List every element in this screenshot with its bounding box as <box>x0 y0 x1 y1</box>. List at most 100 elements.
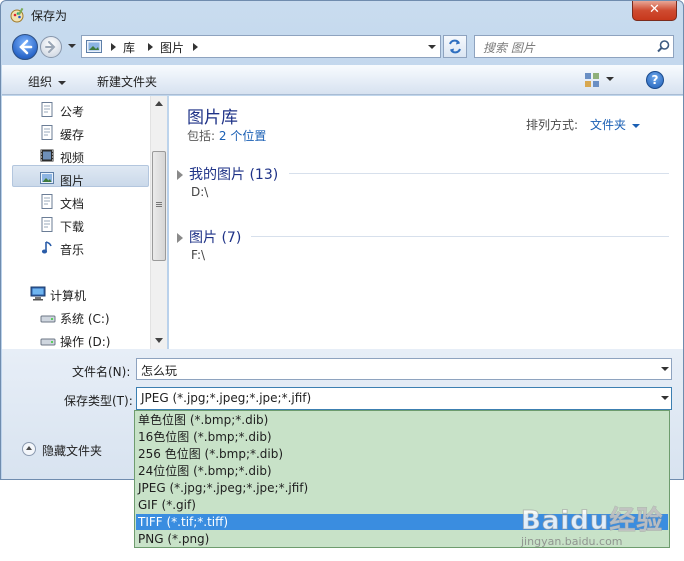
sidebar-item-label: 视频 <box>60 151 85 165</box>
scroll-up-icon[interactable] <box>155 100 163 106</box>
sidebar-item[interactable]: 系统 (C:) <box>40 307 150 327</box>
chevron-down-icon <box>632 123 641 128</box>
includes-prefix: 包括: <box>187 129 216 143</box>
sidebar-item-label: 计算机 <box>50 289 87 303</box>
sidebar-item[interactable]: 文档 <box>40 192 150 212</box>
sidebar-item[interactable]: 公考 <box>40 100 150 120</box>
sidebar-item-label: 公考 <box>60 105 85 119</box>
filetype-option[interactable]: 256 色位图 (*.bmp;*.dib) <box>136 446 668 462</box>
group-header-my-pictures[interactable]: 我的图片 (13) <box>177 164 278 184</box>
change-view-button[interactable] <box>584 72 620 88</box>
filetype-option[interactable]: JPEG (*.jpg;*.jpeg;*.jpe;*.jfif) <box>136 480 668 496</box>
history-dropdown-icon[interactable] <box>67 41 77 51</box>
file-list-pane: 图片库 包括: 2 个位置 排列方式: 文件夹 我的图片 (13) D:\ 图片… <box>169 96 683 349</box>
navigation-pane: 公考缓存视频图片文档下载音乐计算机系统 (C:) 操作 (D:) <box>2 96 167 349</box>
address-dropdown-icon[interactable] <box>428 45 436 49</box>
sidebar-item[interactable]: 计算机 <box>30 284 140 304</box>
breadcrumb-library[interactable]: 库 <box>123 39 135 56</box>
group-header-pictures[interactable]: 图片 (7) <box>177 227 241 247</box>
sidebar-item[interactable]: 视频 <box>40 146 150 166</box>
sidebar-item-label: 系统 (C:) <box>60 312 110 326</box>
sidebar-item-label: 下载 <box>60 220 85 234</box>
refresh-icon <box>449 39 461 54</box>
filename-input[interactable]: 怎么玩 <box>136 358 672 380</box>
chevron-down-icon <box>606 77 614 81</box>
filename-value: 怎么玩 <box>141 364 178 378</box>
document-icon <box>40 194 54 209</box>
arrange-by-label: 排列方式: <box>526 118 579 132</box>
breadcrumb-separator-icon <box>148 43 153 51</box>
help-button[interactable]: ? <box>646 71 664 89</box>
address-bar[interactable]: 库 图片 <box>81 35 441 58</box>
breadcrumb-pictures[interactable]: 图片 <box>160 39 184 56</box>
breadcrumb-separator-icon <box>111 43 116 51</box>
music-icon <box>40 240 54 255</box>
sidebar-item[interactable]: 缓存 <box>40 123 150 143</box>
sidebar-item-label: 缓存 <box>60 128 85 142</box>
sidebar-item[interactable]: 图片 <box>40 169 150 189</box>
grip-icon <box>156 202 162 207</box>
drive-icon <box>40 332 56 347</box>
sidebar-item[interactable]: 音乐 <box>40 238 150 258</box>
group-name: 图片 (7) <box>189 230 242 246</box>
picture-icon <box>40 171 54 186</box>
chevron-down-icon <box>58 80 67 85</box>
library-includes: 包括: 2 个位置 <box>187 127 266 144</box>
group-divider <box>251 236 669 237</box>
organize-label: 组织 <box>28 75 53 89</box>
refresh-button[interactable] <box>443 35 467 58</box>
filename-dropdown-icon[interactable] <box>661 367 669 371</box>
document-icon <box>40 102 54 117</box>
video-icon <box>40 148 54 163</box>
search-input[interactable]: 搜索 图片 <box>483 39 535 56</box>
title-bar: 保存为 ✕ <box>1 1 684 29</box>
sidebar-item-label: 音乐 <box>60 243 85 257</box>
document-icon <box>40 125 54 140</box>
filetype-dropdown-icon[interactable] <box>661 396 669 400</box>
new-folder-button[interactable]: 新建文件夹 <box>97 73 157 90</box>
navigation-scrollbar[interactable] <box>150 96 167 349</box>
scroll-down-icon[interactable] <box>155 338 163 344</box>
sidebar-item-label: 文档 <box>60 197 85 211</box>
drive-icon <box>40 309 56 324</box>
computer-icon <box>30 286 46 301</box>
expand-arrow-icon <box>177 170 183 180</box>
sidebar-item-label: 操作 (D:) <box>60 335 111 349</box>
back-button[interactable] <box>12 34 38 60</box>
library-title: 图片库 <box>187 108 238 128</box>
document-icon <box>40 217 54 232</box>
search-box[interactable]: 搜索 图片 <box>474 35 674 58</box>
search-icon[interactable] <box>656 39 671 54</box>
filetype-option[interactable]: 单色位图 (*.bmp;*.dib) <box>136 412 668 428</box>
locations-link[interactable]: 2 个位置 <box>219 129 266 143</box>
group-name: 我的图片 (13) <box>189 167 279 183</box>
sidebar-item[interactable]: 操作 (D:) <box>40 330 150 350</box>
group-path: D:\ <box>191 185 209 199</box>
expand-arrow-icon <box>177 233 183 243</box>
breadcrumb-separator-icon <box>193 43 198 51</box>
forward-button[interactable] <box>40 36 62 58</box>
library-folder-icon <box>86 40 102 53</box>
command-toolbar: 组织 新建文件夹 ? <box>2 65 683 95</box>
hide-folders-label: 隐藏文件夹 <box>42 444 103 458</box>
sidebar-item-label: 图片 <box>60 174 85 188</box>
organize-button[interactable]: 组织 <box>28 73 67 90</box>
paint-app-icon <box>10 7 24 23</box>
sidebar-item[interactable]: 下载 <box>40 215 150 235</box>
group-divider <box>289 173 669 174</box>
watermark-url: jingyan.baidu.com <box>521 535 623 548</box>
filetype-option[interactable]: 24位位图 (*.bmp;*.dib) <box>136 463 668 479</box>
save-as-dialog: 保存为 ✕ 库 图片 搜索 图片 组织 新建文件夹 ? 公考 缓存 视频 图片 … <box>0 0 684 480</box>
filetype-value: JPEG (*.jpg;*.jpeg;*.jpe;*.jfif) <box>141 391 312 405</box>
collapse-up-icon <box>22 442 36 456</box>
filetype-select[interactable]: JPEG (*.jpg;*.jpeg;*.jpe;*.jfif) <box>136 387 672 410</box>
filetype-option[interactable]: 16色位图 (*.bmp;*.dib) <box>136 429 668 445</box>
close-button[interactable]: ✕ <box>632 1 677 21</box>
back-arrow-icon <box>19 39 33 55</box>
forward-arrow-icon <box>45 41 56 53</box>
arrange-by-dropdown[interactable]: 文件夹 <box>590 116 641 133</box>
group-path: F:\ <box>191 248 206 262</box>
view-grid-icon <box>585 73 599 87</box>
window-title: 保存为 <box>31 9 68 23</box>
scrollbar-thumb[interactable] <box>152 151 166 261</box>
